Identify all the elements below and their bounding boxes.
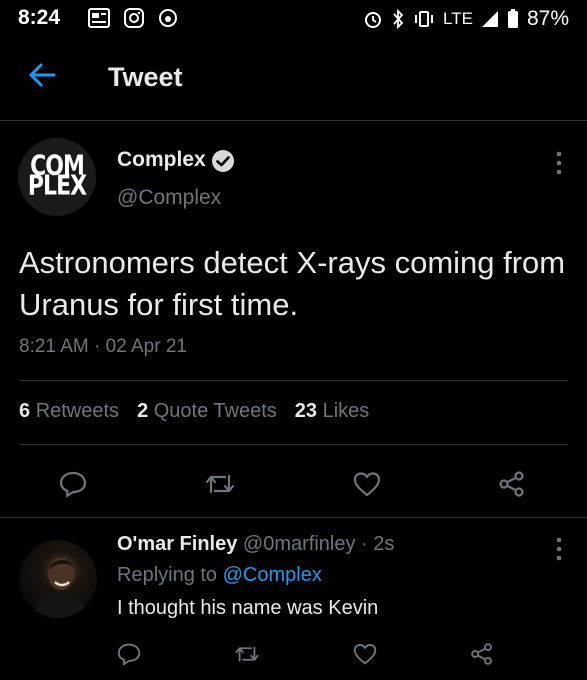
tweet-text: Astronomers detect X-rays coming from Ur… bbox=[19, 245, 566, 322]
quote-tweets-stat[interactable]: 2 Quote Tweets bbox=[137, 400, 277, 423]
tweet-time: 8:21 AM bbox=[19, 336, 89, 357]
quote-label: Quote Tweets bbox=[153, 400, 277, 422]
divider bbox=[0, 517, 587, 518]
share-icon bbox=[471, 643, 492, 665]
reply-avatar[interactable] bbox=[19, 540, 97, 618]
retweets-count: 6 bbox=[19, 400, 31, 422]
network-type: LTE bbox=[443, 9, 473, 28]
heart-icon bbox=[353, 472, 381, 497]
reply-more-options-button[interactable] bbox=[556, 536, 562, 567]
retweet-button[interactable] bbox=[203, 470, 237, 503]
replying-to-link[interactable]: @Complex bbox=[223, 564, 322, 586]
retweets-label: Retweets bbox=[35, 400, 120, 422]
page-title: Tweet bbox=[108, 62, 183, 92]
retweet-icon bbox=[205, 474, 235, 494]
tweet-timestamp: 8:21 AM · 02 Apr 21 bbox=[19, 336, 187, 357]
reply-retweet-button[interactable] bbox=[233, 642, 261, 671]
author-name[interactable]: Complex bbox=[117, 148, 206, 172]
replying-to: Replying to @Complex bbox=[117, 564, 322, 587]
heart-icon bbox=[353, 644, 377, 665]
retweet-icon bbox=[235, 646, 259, 662]
reply-share-button[interactable] bbox=[469, 642, 495, 671]
likes-label: Likes bbox=[322, 400, 370, 422]
likes-count: 23 bbox=[294, 400, 318, 422]
tweet-date: 02 Apr 21 bbox=[105, 336, 187, 357]
reply-text: I thought his name was Kevin bbox=[117, 597, 379, 619]
reply-icon bbox=[59, 471, 87, 498]
divider bbox=[19, 444, 568, 445]
like-button[interactable] bbox=[352, 470, 382, 503]
status-time: 8:24 bbox=[18, 6, 61, 29]
avatar[interactable]: COM PLEX bbox=[18, 138, 96, 216]
back-button[interactable] bbox=[28, 62, 56, 93]
reply-age: 2s bbox=[373, 533, 395, 555]
more-vertical-icon bbox=[556, 537, 562, 561]
reply-icon bbox=[117, 643, 141, 666]
battery-percent: 87% bbox=[526, 7, 569, 30]
divider bbox=[19, 380, 568, 381]
status-bar: 8:24 LTE 87% bbox=[0, 0, 587, 40]
instagram-icon bbox=[124, 8, 144, 28]
quote-count: 2 bbox=[137, 400, 149, 422]
share-button[interactable] bbox=[497, 470, 527, 503]
reply-reply-button[interactable] bbox=[116, 642, 142, 671]
person-photo-icon bbox=[33, 558, 89, 618]
avatar-logo-line2: PLEX bbox=[27, 170, 87, 202]
more-vertical-icon bbox=[556, 151, 562, 175]
more-options-button[interactable] bbox=[556, 150, 562, 181]
battery-icon bbox=[507, 9, 518, 28]
header: Tweet bbox=[0, 40, 587, 121]
alarm-icon bbox=[365, 12, 382, 28]
reply-button[interactable] bbox=[58, 470, 88, 503]
reply-like-button[interactable] bbox=[352, 642, 378, 671]
verified-badge-icon bbox=[211, 149, 235, 178]
bluetooth-icon bbox=[393, 9, 404, 29]
reply-author-handle[interactable]: @0marfinley bbox=[243, 533, 356, 555]
reply-author-name[interactable]: O'mar Finley bbox=[117, 533, 237, 555]
share-icon bbox=[499, 471, 524, 497]
author-handle[interactable]: @Complex bbox=[117, 186, 221, 210]
vibrate-icon bbox=[415, 11, 434, 27]
reply-header: O'mar Finley @0marfinley · 2s bbox=[117, 533, 395, 555]
app-notification-icon bbox=[159, 9, 177, 27]
back-arrow-icon bbox=[29, 63, 56, 87]
retweets-stat[interactable]: 6 Retweets bbox=[19, 400, 119, 423]
news-icon bbox=[88, 8, 110, 28]
signal-icon bbox=[481, 11, 498, 27]
likes-stat[interactable]: 23 Likes bbox=[295, 400, 370, 423]
tweet-stats: 6 Retweets 2 Quote Tweets 23 Likes bbox=[19, 400, 369, 423]
replying-to-label: Replying to bbox=[117, 564, 218, 586]
